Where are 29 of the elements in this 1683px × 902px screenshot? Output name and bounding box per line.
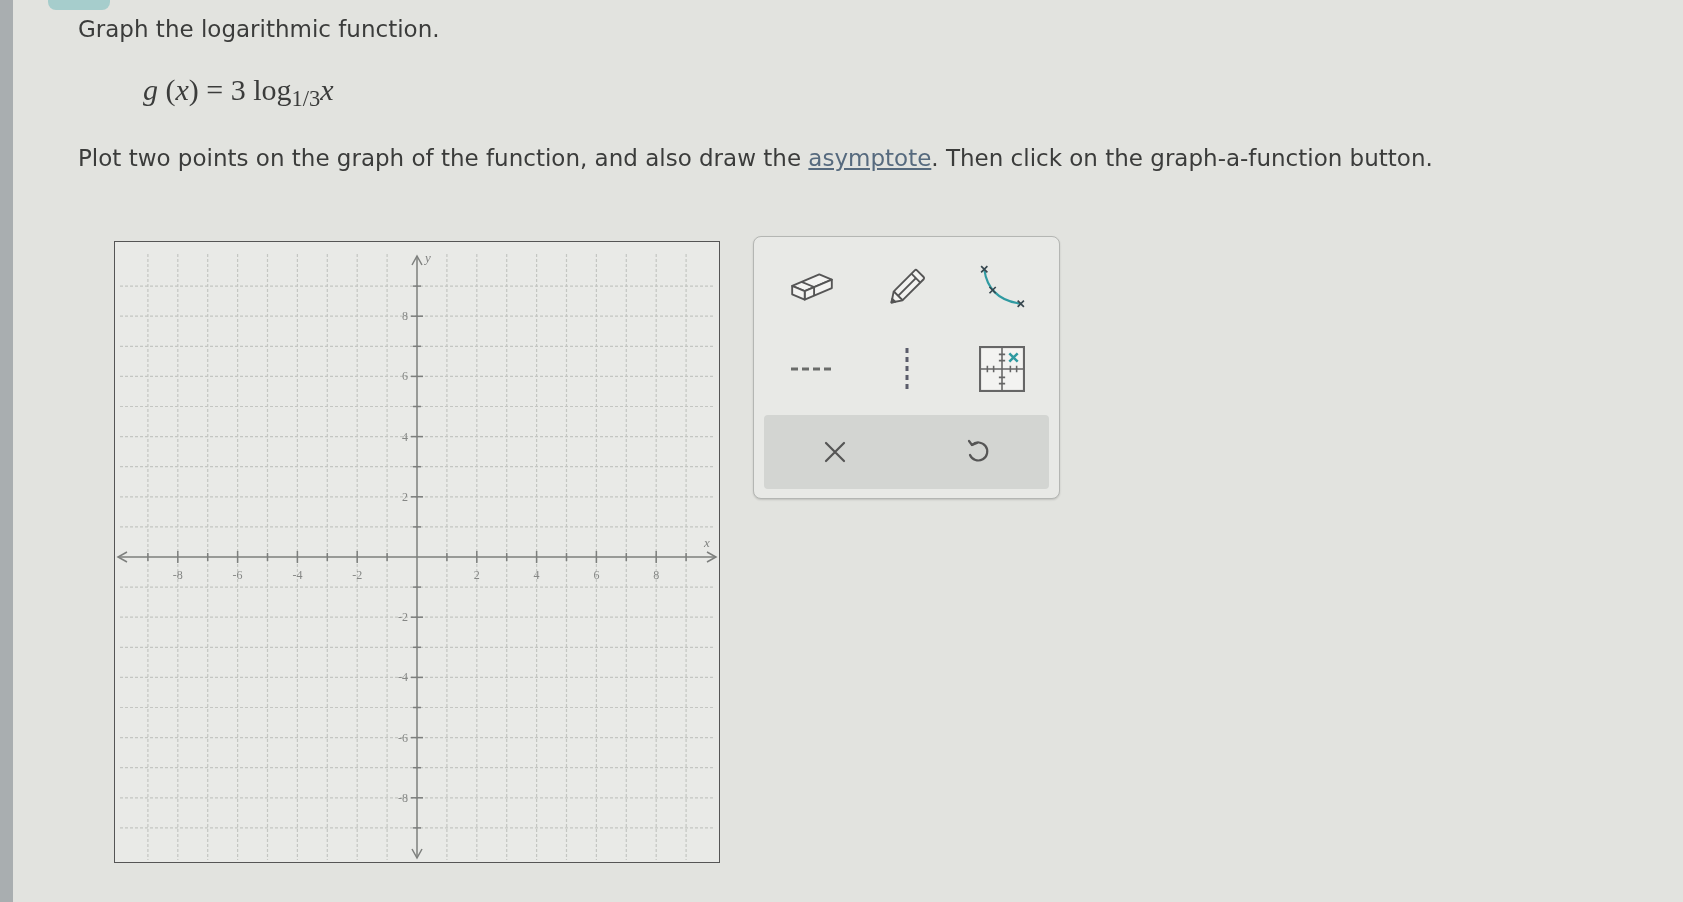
x-tick-label: -8	[172, 568, 183, 582]
asymptote-link[interactable]: asymptote	[808, 145, 932, 171]
y-tick-label: 6	[402, 369, 408, 384]
y-tick-label: -2	[398, 610, 408, 625]
question-heading: Graph the logarithmic function.	[78, 15, 440, 44]
y-tick-label: 8	[402, 309, 408, 324]
function-formula: g (x) = 3 log$_{1/3}$x	[143, 72, 334, 110]
y-tick-label: 4	[402, 429, 408, 444]
y-tick-label: -4	[398, 670, 408, 685]
x-tick-label: 2	[473, 568, 480, 582]
header-tab[interactable]	[48, 0, 110, 10]
x-tick-label: -2	[352, 568, 363, 582]
y-axis-label: y	[425, 250, 431, 265]
x-tick-label: 6	[593, 568, 600, 582]
x-axis-label: x	[704, 535, 710, 550]
y-tick-label: -8	[398, 790, 408, 805]
y-tick-label: -6	[398, 730, 408, 745]
x-tick-label: 8	[653, 568, 660, 582]
undo-icon	[965, 439, 990, 465]
x-tick-label: 4	[533, 568, 540, 582]
vertical-dashed-line-icon	[904, 348, 909, 390]
graph-area[interactable]: -8 -6 -4 -2 2 4 6 8 8 6 4 2 -2 -4 -6 -8 x y	[114, 241, 720, 863]
horizontal-dashed-line-icon	[790, 367, 833, 371]
close-icon	[824, 441, 847, 463]
x-tick-label: -6	[232, 568, 243, 582]
y-tick-label: 2	[402, 489, 408, 504]
graph-with-point-icon	[978, 346, 1025, 392]
x-tick-label: -4	[292, 568, 303, 582]
instruction-text: Plot two points on the graph of the function, and also draw the asymptote. Then click on the graph-a-function button.	[78, 144, 1433, 173]
